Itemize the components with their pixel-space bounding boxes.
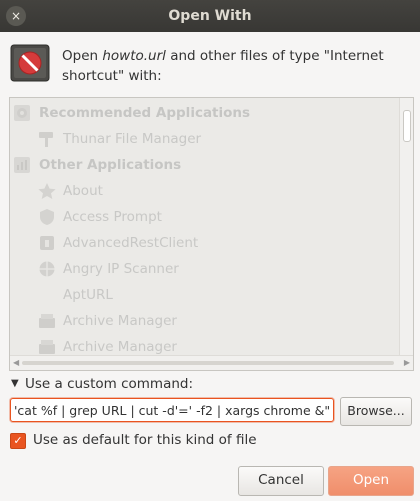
brush-icon [39,132,53,147]
horizontal-scrollbar[interactable]: ◀ ▶ [10,355,413,370]
checkmark-icon: ✓ [13,434,23,447]
dialog-header: Open howto.url and other files of type "… [10,44,410,84]
scroll-right-icon[interactable]: ▶ [404,358,410,367]
archive-icon [39,314,55,328]
cancel-button[interactable]: Cancel [238,466,324,496]
default-checkbox[interactable]: ✓ [10,433,26,449]
recommended-section-icon [14,105,30,121]
header-text: Open howto.url and other files of type "… [62,48,384,84]
vertical-scrollbar[interactable] [399,98,413,356]
scroll-left-icon[interactable]: ◀ [13,358,19,367]
open-button[interactable]: Open [328,466,414,496]
window-title: Open With [168,8,252,24]
vertical-scroll-thumb[interactable] [403,110,411,142]
shield-icon [40,209,54,225]
star-icon [38,183,56,199]
custom-command-input[interactable] [10,398,334,422]
file-name: howto.url [102,48,166,64]
custom-command-label: Use a custom command: [25,376,194,392]
globe-icon [39,261,55,277]
default-checkbox-label[interactable]: Use as default for this kind of file [33,432,333,448]
horizontal-scroll-thumb[interactable] [22,361,394,365]
expander-triangle-icon: ▼ [11,378,19,389]
other-section-icon [14,157,30,173]
application-list[interactable]: Recommended Applications Thunar File Man… [9,97,414,371]
no-entry-icon [10,44,50,82]
rest-client-icon [40,236,54,250]
archive-icon [39,340,55,354]
browse-button[interactable]: Browse... [340,397,412,426]
title-bar: × Open With [0,0,420,32]
